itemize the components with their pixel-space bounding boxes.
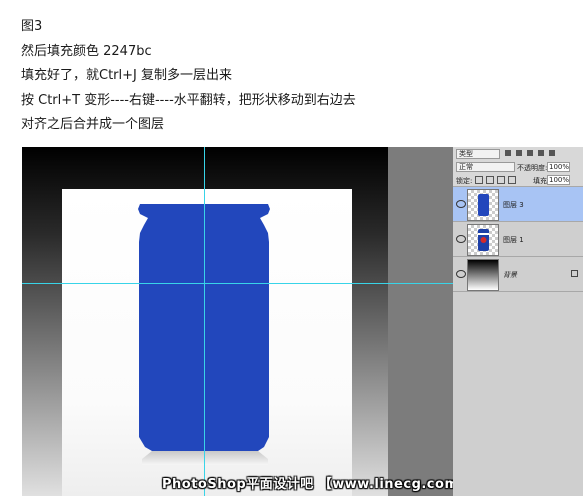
figure-label: 图3 xyxy=(21,19,43,34)
horizontal-guide xyxy=(22,283,453,284)
visibility-eye-icon[interactable] xyxy=(456,270,466,278)
instruction-line-3: 按 Ctrl+T 变形----右键----水平翻转，把形状移动到右边去 xyxy=(21,92,356,108)
layer-name: 背景 xyxy=(503,271,517,279)
shape-filter-icon[interactable] xyxy=(538,150,544,156)
instruction-line-2: 填充好了，就Ctrl+J 复制多一层出来 xyxy=(21,68,232,83)
smart-object-filter-icon[interactable] xyxy=(549,150,555,156)
can-reflection xyxy=(142,451,268,465)
photoshop-screenshot: PhotoShop平面设计吧 【www.linecg.com/tieba/178… xyxy=(22,147,583,496)
lock-icon xyxy=(571,270,578,277)
layer-thumbnail xyxy=(467,259,499,291)
visibility-eye-icon[interactable] xyxy=(456,200,466,208)
filter-kind-select[interactable]: 类型 xyxy=(456,149,500,159)
lock-label: 锁定: xyxy=(456,177,473,185)
layer-row-background[interactable]: 背景 xyxy=(453,257,583,292)
blend-row: 正常 不透明度: 100% xyxy=(453,160,583,173)
lock-pixels-icon[interactable] xyxy=(486,176,494,184)
can-shape-svg xyxy=(138,204,270,465)
layers-panel: 类型 正常 不透明度: 100% 锁定: 填充: 100% 图层 3 图层 1 … xyxy=(453,147,583,496)
opacity-input[interactable]: 100% xyxy=(547,162,570,172)
instruction-line-4: 对齐之后合并成一个图层 xyxy=(21,117,165,132)
pepsi-can-thumbnail-icon xyxy=(478,229,489,251)
adjustment-filter-icon[interactable] xyxy=(516,150,522,156)
layer-name: 图层 1 xyxy=(503,236,524,244)
lock-transparency-icon[interactable] xyxy=(475,176,483,184)
type-filter-icon[interactable] xyxy=(527,150,533,156)
instruction-text: 图3 然后填充颜色 2247bc 填充好了，就Ctrl+J 复制多一层出来 按 … xyxy=(21,15,356,138)
lock-all-icon[interactable] xyxy=(508,176,516,184)
visibility-eye-icon[interactable] xyxy=(456,235,466,243)
vertical-guide xyxy=(204,147,205,496)
layer-row-3[interactable]: 图层 3 xyxy=(453,187,583,222)
can-thumbnail-icon xyxy=(478,194,489,216)
pixel-filter-icon[interactable] xyxy=(505,150,511,156)
fill-input[interactable]: 100% xyxy=(547,175,570,185)
layer-thumbnail xyxy=(467,189,499,221)
blend-mode-select[interactable]: 正常 xyxy=(456,162,515,172)
layer-thumbnail xyxy=(467,224,499,256)
instruction-line-1: 然后填充颜色 2247bc xyxy=(21,43,152,59)
layer-filter-row: 类型 xyxy=(453,147,583,161)
layer-row-1[interactable]: 图层 1 xyxy=(453,222,583,257)
layer-name: 图层 3 xyxy=(503,201,524,209)
lock-row: 锁定: 填充: 100% xyxy=(453,173,583,187)
opacity-label: 不透明度: xyxy=(517,164,548,172)
lock-position-icon[interactable] xyxy=(497,176,505,184)
